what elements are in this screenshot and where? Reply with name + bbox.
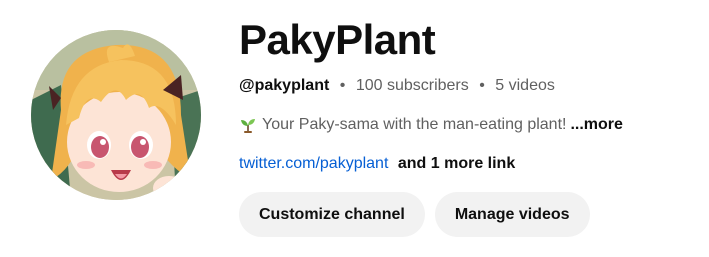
description-text: Your Paky-sama with the man-eating plant… [262,116,567,133]
avatar-anime-girl-image [31,30,201,200]
channel-avatar[interactable] [31,30,201,200]
channel-description[interactable]: Your Paky-sama with the man-eating plant… [239,114,699,136]
more-links-button[interactable]: and 1 more link [398,155,515,172]
description-more-link[interactable]: ...more [570,114,622,136]
channel-actions: Customize channel Manage videos [239,192,699,237]
sprout-icon [239,116,257,134]
channel-links: twitter.com/pakyplant and 1 more link [239,153,699,175]
channel-handle: @pakyplant [239,77,330,94]
channel-meta: @pakyplant • 100 subscribers • 5 videos [239,75,699,97]
channel-header: PakyPlant @pakyplant • 100 subscribers •… [0,0,709,257]
twitter-link[interactable]: twitter.com/pakyplant [239,155,388,172]
customize-channel-button[interactable]: Customize channel [239,192,425,237]
subscriber-count: 100 subscribers [355,77,469,94]
manage-videos-button[interactable]: Manage videos [434,192,590,237]
channel-name: PakyPlant [239,16,436,63]
channel-info: PakyPlant @pakyplant • 100 subscribers •… [239,14,699,237]
video-count: 5 videos [495,77,555,94]
meta-separator: • [339,77,346,94]
meta-separator: • [479,77,485,94]
